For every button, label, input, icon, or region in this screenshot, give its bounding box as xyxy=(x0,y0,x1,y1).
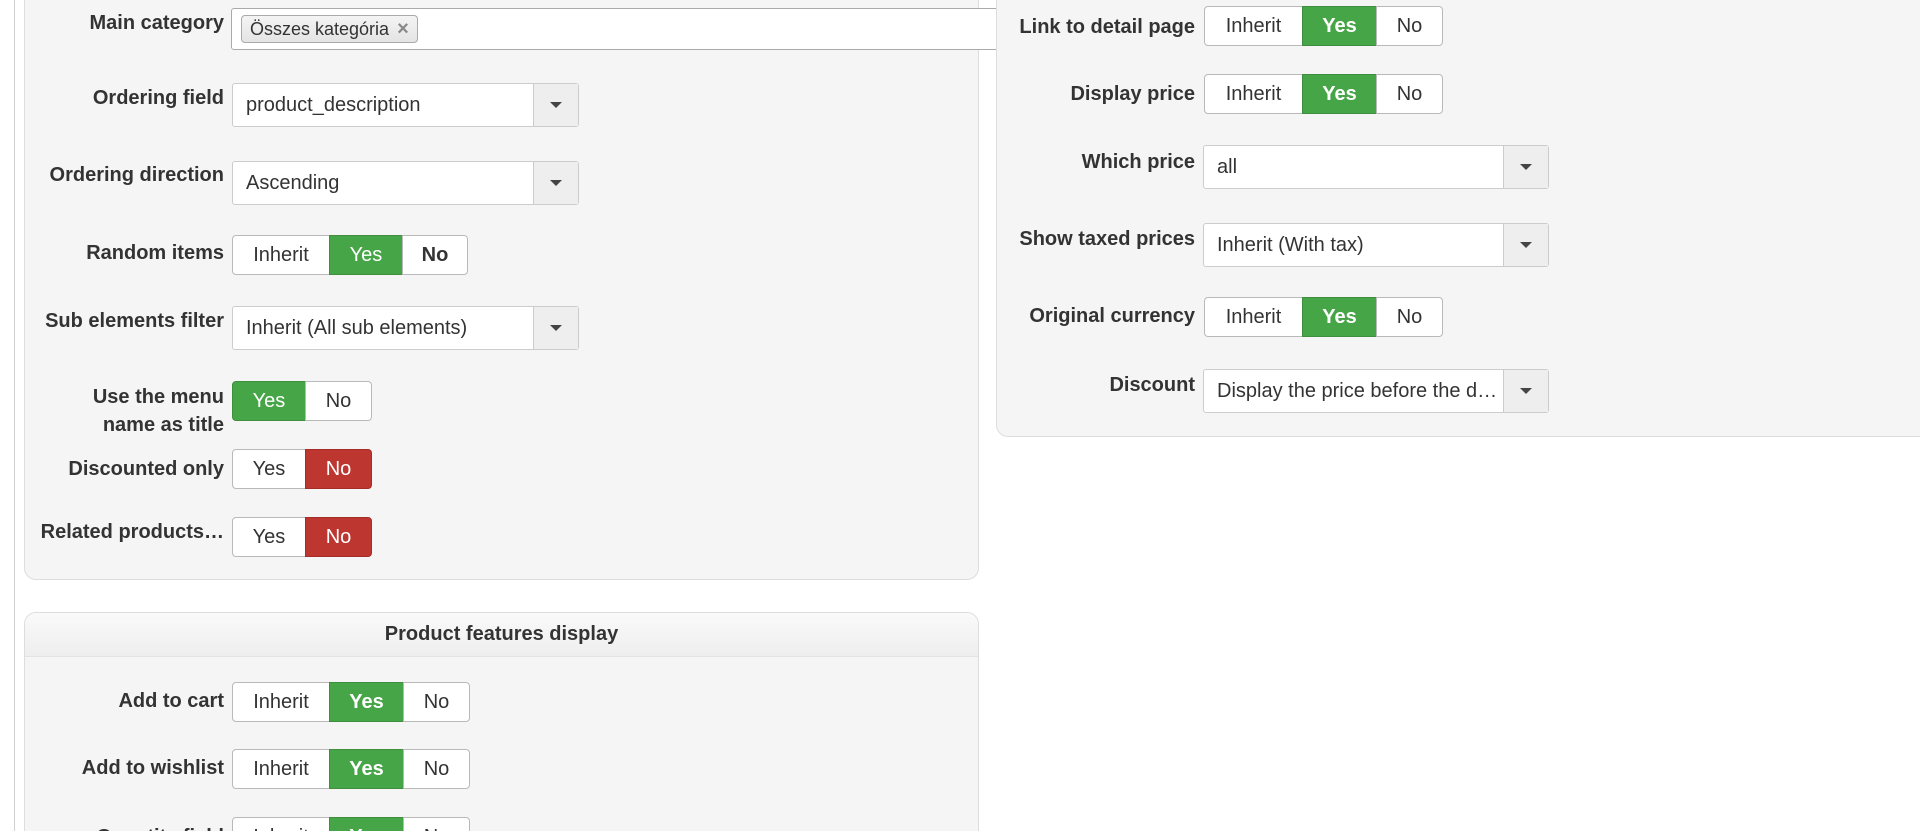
category-chip: Összes kategória × xyxy=(241,15,418,43)
link-to-detail-label: Link to detail page xyxy=(1019,16,1195,38)
sub-elements-filter-select[interactable]: Inherit (All sub elements) xyxy=(232,306,579,350)
category-chip-label: Összes kategória xyxy=(250,19,390,39)
discounted-only-label: Discounted only xyxy=(68,458,224,480)
add-to-cart-toggle: Inherit Yes No xyxy=(232,682,470,722)
use-menu-name-label-line1: Use the menu xyxy=(92,386,224,408)
ordering-field-value: product_description xyxy=(246,94,421,116)
display-price-no-button[interactable]: No xyxy=(1376,74,1443,114)
related-products-toggle: Yes No xyxy=(232,517,372,557)
display-price-inherit-button[interactable]: Inherit xyxy=(1204,74,1303,114)
link-to-detail-toggle: Inherit Yes No xyxy=(1204,6,1443,46)
show-taxed-label: Show taxed prices xyxy=(1019,228,1195,250)
main-category-label: Main category xyxy=(89,12,224,34)
add-to-cart-label: Add to cart xyxy=(118,690,224,712)
discounted-only-no-button[interactable]: No xyxy=(305,449,372,489)
general-options-panel: Main category Összes kategória × Orderin… xyxy=(24,0,1002,580)
caret-down-icon[interactable] xyxy=(533,162,578,204)
quantity-field-label: Quantity field xyxy=(25,823,224,831)
random-items-inherit-button[interactable]: Inherit xyxy=(232,235,330,275)
link-to-detail-no-button[interactable]: No xyxy=(1376,6,1443,46)
caret-down-icon[interactable] xyxy=(533,84,578,126)
display-price-yes-button[interactable]: Yes xyxy=(1302,74,1377,114)
which-price-label: Which price xyxy=(1081,151,1195,173)
close-icon[interactable]: × xyxy=(397,19,409,39)
link-to-detail-inherit-button[interactable]: Inherit xyxy=(1204,6,1303,46)
original-currency-label: Original currency xyxy=(1029,305,1195,327)
ordering-direction-value: Ascending xyxy=(246,172,340,194)
discount-label: Discount xyxy=(1109,374,1195,396)
add-to-cart-inherit-button[interactable]: Inherit xyxy=(232,682,330,722)
page: Main category Összes kategória × Orderin… xyxy=(0,0,1920,831)
original-currency-toggle: Inherit Yes No xyxy=(1204,297,1443,337)
add-to-wishlist-toggle: Inherit Yes No xyxy=(232,749,470,789)
main-category-chooser[interactable]: Összes kategória × xyxy=(231,8,1002,50)
use-menu-name-no-button[interactable]: No xyxy=(305,381,372,421)
ordering-field-select[interactable]: product_description xyxy=(232,83,579,127)
show-taxed-select[interactable]: Inherit (With tax) xyxy=(1203,223,1549,267)
use-menu-name-label-line2: name as title xyxy=(102,414,224,436)
original-currency-yes-button[interactable]: Yes xyxy=(1302,297,1377,337)
related-products-no-button[interactable]: No xyxy=(305,517,372,557)
add-to-wishlist-yes-button[interactable]: Yes xyxy=(329,749,404,789)
quantity-field-yes-button[interactable]: Yes xyxy=(329,817,404,831)
random-items-toggle: Inherit Yes No xyxy=(232,235,468,275)
add-to-cart-no-button[interactable]: No xyxy=(403,682,470,722)
add-to-wishlist-no-button[interactable]: No xyxy=(403,749,470,789)
caret-down-icon[interactable] xyxy=(533,307,578,349)
quantity-field-toggle: Inherit Yes No xyxy=(232,817,470,831)
use-menu-name-label: Use the menu name as title xyxy=(25,383,224,439)
original-currency-inherit-button[interactable]: Inherit xyxy=(1204,297,1303,337)
left-rule xyxy=(14,0,15,831)
display-price-label: Display price xyxy=(1070,83,1195,105)
display-price-toggle: Inherit Yes No xyxy=(1204,74,1443,114)
original-currency-no-button[interactable]: No xyxy=(1376,297,1443,337)
show-taxed-value: Inherit (With tax) xyxy=(1217,234,1364,256)
quantity-field-no-button[interactable]: No xyxy=(403,817,470,831)
discounted-only-yes-button[interactable]: Yes xyxy=(232,449,306,489)
product-features-panel: Product features display Add to cart Inh… xyxy=(24,612,979,831)
discount-value: Display the price before the d… xyxy=(1217,380,1498,402)
discounted-only-toggle: Yes No xyxy=(232,449,372,489)
use-menu-name-toggle: Yes No xyxy=(232,381,372,421)
related-products-yes-button[interactable]: Yes xyxy=(232,517,306,557)
use-menu-name-yes-button[interactable]: Yes xyxy=(232,381,306,421)
panel-title: Product features display xyxy=(25,613,978,657)
link-to-detail-yes-button[interactable]: Yes xyxy=(1302,6,1377,46)
sub-elements-filter-value: Inherit (All sub elements) xyxy=(246,317,468,339)
random-items-yes-button[interactable]: Yes xyxy=(329,235,403,275)
which-price-select[interactable]: all xyxy=(1203,145,1549,189)
caret-down-icon[interactable] xyxy=(1503,370,1548,412)
add-to-wishlist-label: Add to wishlist xyxy=(81,757,224,779)
which-price-value: all xyxy=(1217,156,1238,178)
caret-down-icon[interactable] xyxy=(1503,224,1548,266)
related-products-label: Related products… xyxy=(40,521,224,543)
quantity-field-inherit-button[interactable]: Inherit xyxy=(232,817,330,831)
add-to-cart-yes-button[interactable]: Yes xyxy=(329,682,404,722)
discount-select[interactable]: Display the price before the d… xyxy=(1203,369,1549,413)
add-to-wishlist-inherit-button[interactable]: Inherit xyxy=(232,749,330,789)
price-options-panel: Link to detail page Inherit Yes No Displ… xyxy=(996,0,1920,437)
caret-down-icon[interactable] xyxy=(1503,146,1548,188)
ordering-field-label: Ordering field xyxy=(92,87,224,109)
random-items-no-button[interactable]: No xyxy=(402,235,468,275)
random-items-label: Random items xyxy=(86,242,224,264)
ordering-direction-select[interactable]: Ascending xyxy=(232,161,579,205)
ordering-direction-label: Ordering direction xyxy=(49,164,224,186)
sub-elements-filter-label: Sub elements filter xyxy=(45,310,224,332)
